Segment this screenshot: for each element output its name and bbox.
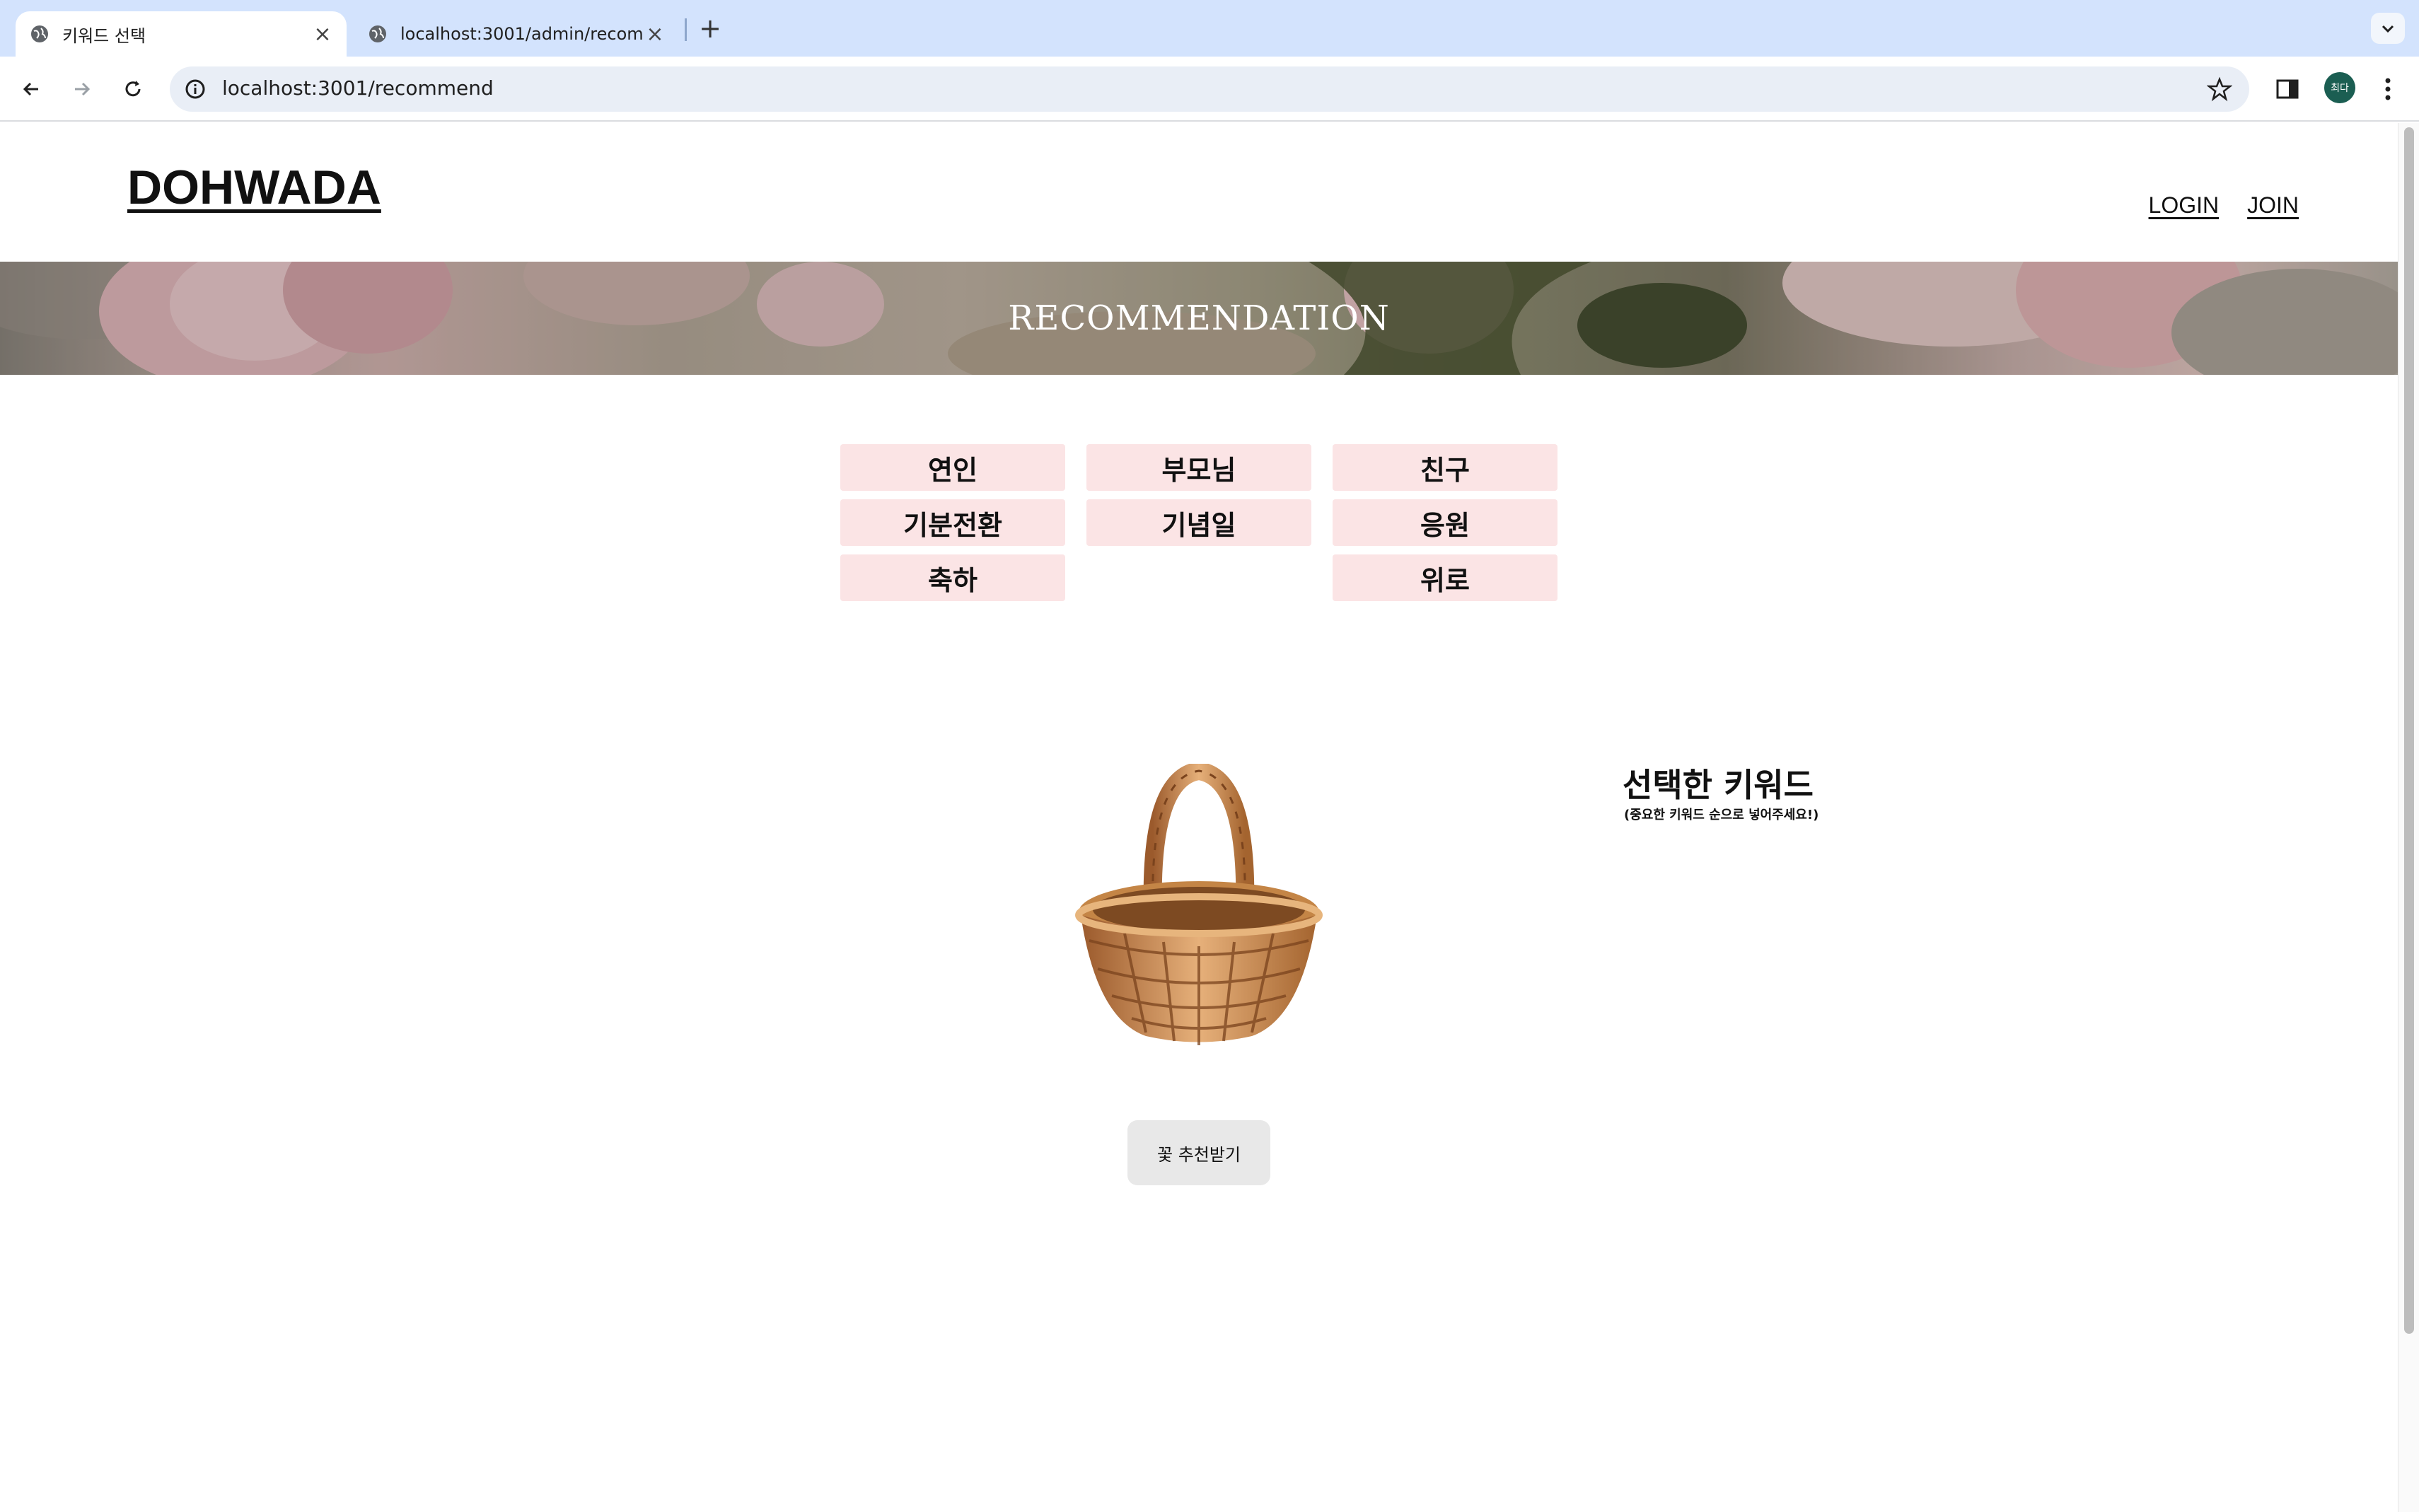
tab-keyword-select[interactable]: 키워드 선택 × bbox=[16, 11, 347, 57]
new-tab-icon[interactable]: + bbox=[696, 13, 724, 44]
tab-divider bbox=[685, 18, 687, 41]
side-panel-icon[interactable] bbox=[2273, 75, 2302, 103]
site-logo[interactable]: DOHWADA bbox=[127, 160, 381, 215]
header-nav: LOGIN JOIN bbox=[2149, 192, 2299, 219]
basket-icon[interactable] bbox=[1075, 764, 1323, 1047]
page-scrollbar[interactable] bbox=[2398, 123, 2419, 1512]
close-icon[interactable]: × bbox=[642, 21, 668, 47]
reload-icon[interactable] bbox=[116, 72, 150, 106]
join-link[interactable]: JOIN bbox=[2247, 192, 2299, 219]
chevron-down-icon[interactable] bbox=[2371, 13, 2405, 44]
tab-admin[interactable]: localhost:3001/admin/recom × bbox=[354, 11, 679, 57]
keyword-button[interactable]: 위로 bbox=[1333, 554, 1557, 601]
keyword-button[interactable]: 부모님 bbox=[1086, 444, 1311, 491]
keyword-button[interactable]: 친구 bbox=[1333, 444, 1557, 491]
login-link[interactable]: LOGIN bbox=[2149, 192, 2220, 219]
more-menu-icon[interactable] bbox=[2374, 72, 2402, 106]
keyword-button[interactable]: 기분전환 bbox=[840, 499, 1065, 546]
profile-avatar[interactable]: 최다 bbox=[2324, 72, 2355, 103]
close-icon[interactable]: × bbox=[310, 21, 335, 47]
banner-title: RECOMMENDATION bbox=[1008, 298, 1390, 338]
selected-keywords-hint: (중요한 키워드 순으로 넣어주세요!) bbox=[1624, 808, 1819, 822]
tab-title: 키워드 선택 bbox=[62, 25, 146, 46]
keyword-button[interactable]: 연인 bbox=[840, 444, 1065, 491]
globe-icon bbox=[30, 24, 50, 44]
forward-icon[interactable] bbox=[65, 72, 99, 106]
keyword-grid: 연인 부모님 친구 기분전환 기념일 응원 축하 위로 bbox=[840, 444, 1557, 617]
info-icon[interactable] bbox=[184, 78, 207, 100]
tab-title: localhost:3001/admin/recom bbox=[400, 24, 642, 44]
hero-banner: RECOMMENDATION bbox=[0, 262, 2398, 375]
scrollbar-thumb[interactable] bbox=[2404, 127, 2414, 1334]
bookmark-star-icon[interactable] bbox=[2206, 76, 2233, 102]
keyword-button[interactable]: 축하 bbox=[840, 554, 1065, 601]
browser-toolbar: localhost:3001/recommend 최다 bbox=[0, 57, 2419, 122]
address-bar[interactable]: localhost:3001/recommend bbox=[170, 66, 2249, 112]
page-viewport: DOHWADA LOGIN JOIN RECOMMENDATION 연인 부모님… bbox=[0, 123, 2398, 1512]
recommend-flower-button[interactable]: 꽃 추천받기 bbox=[1127, 1120, 1270, 1185]
tab-strip: 키워드 선택 × localhost:3001/admin/recom × + bbox=[0, 0, 2419, 57]
keyword-button[interactable]: 기념일 bbox=[1086, 499, 1311, 546]
globe-icon bbox=[368, 24, 388, 44]
back-icon[interactable] bbox=[14, 72, 48, 106]
selected-keywords-title: 선택한 키워드 bbox=[1623, 766, 1814, 804]
keyword-button[interactable]: 응원 bbox=[1333, 499, 1557, 546]
url-text: localhost:3001/recommend bbox=[222, 76, 494, 100]
